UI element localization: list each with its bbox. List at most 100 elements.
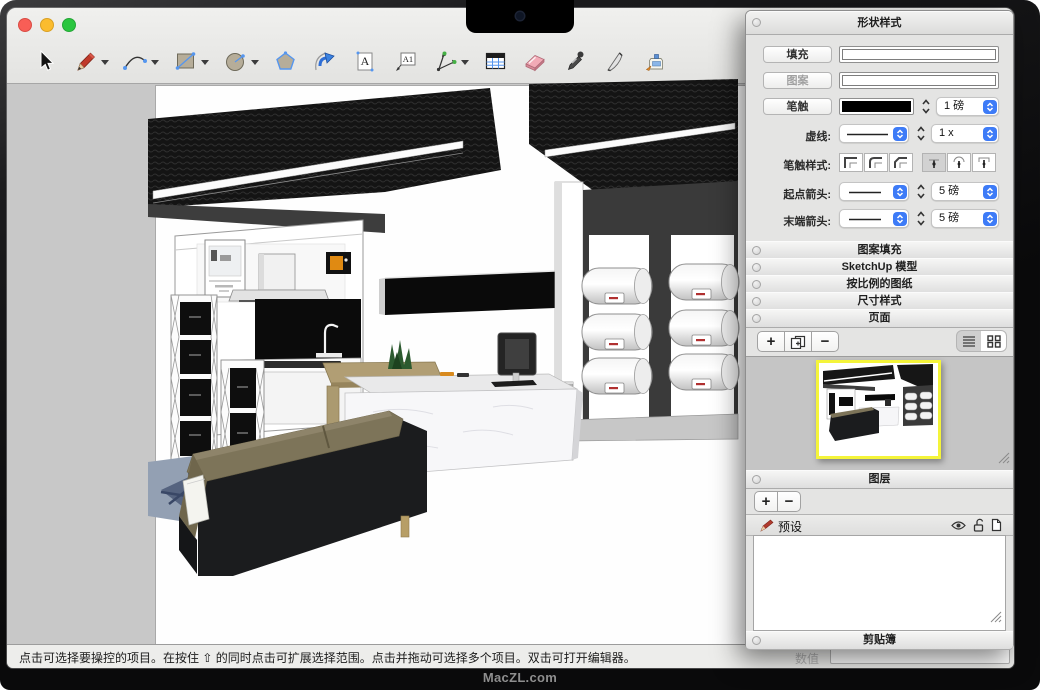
page-thumbnail-area [746,356,1013,472]
circle-tool-dropdown[interactable] [251,60,259,65]
disclosure-dot-icon[interactable] [752,18,761,27]
stroke-style-label: 笔触样式: [761,157,831,173]
line-tool-button[interactable] [71,46,99,76]
cap-round-button[interactable] [947,153,971,172]
join-miter-button[interactable] [839,153,863,172]
arc-tool-dropdown[interactable] [151,60,159,65]
eyedropper-icon [564,49,586,74]
polygon-tool-button[interactable] [271,46,299,76]
table-tool-button[interactable] [481,46,509,76]
measurement-input[interactable] [830,648,1010,664]
rectangle-tool-dropdown[interactable] [201,60,209,65]
label-tool-button[interactable]: A1 [391,46,419,76]
stroke-width-stepper[interactable] [920,97,932,116]
dimension-tool-dropdown[interactable] [461,60,469,65]
layer-visibility-eye-icon[interactable] [951,520,966,531]
text-tool-glyph: A [361,54,370,68]
chevron-updown-icon [983,212,997,226]
text-tool-button[interactable]: A [351,46,379,76]
dimension-tool-button[interactable] [431,46,459,76]
line-tool-dropdown[interactable] [101,60,109,65]
dash-pattern-dropdown[interactable] [839,124,909,143]
join-glue-icon [642,49,668,74]
end-arrow-size-stepper[interactable] [915,209,927,228]
minimize-button[interactable] [40,18,54,32]
split-tool-button[interactable] [601,46,629,76]
offset-tool-button[interactable] [311,46,339,76]
section-layers-header[interactable]: 图层 [746,470,1013,489]
chevron-updown-icon [983,100,997,114]
section-scrapbook-header[interactable]: 剪贴簿 [746,631,1013,650]
arc-icon [122,49,148,73]
camera-icon [516,12,524,20]
layer-list[interactable] [753,535,1006,631]
start-arrow-dropdown[interactable] [839,182,909,201]
status-hint: 点击可选择要操控的项目。在按住 ⇧ 的同时点击可扩展选择范围。点击并拖动可选择多… [19,649,636,666]
pages-title: 页面 [869,312,891,324]
layer-row[interactable]: 预设 [746,514,1013,536]
join-round-button[interactable] [864,153,888,172]
stroke-width-dropdown[interactable]: 1 磅 [936,97,999,116]
page-grid-view-button[interactable] [981,330,1007,352]
end-arrow-preview [845,210,890,229]
dash-scale-value: 1 x [939,125,954,142]
dash-preview-line [845,125,890,144]
section-shape-style-header[interactable]: 形状样式 [746,11,1013,35]
remove-layer-button[interactable]: − [777,491,801,512]
end-arrow-size-value: 5 磅 [939,210,959,227]
pencil-icon [73,49,98,74]
offset-arrow-icon [312,49,338,74]
start-arrow-size-dropdown[interactable]: 5 磅 [931,182,999,201]
join-bevel-button[interactable] [889,153,913,172]
traffic-lights [18,18,76,32]
fill-color-well[interactable] [839,46,999,63]
pattern-toggle-button[interactable]: 图案 [763,72,832,89]
disclosure-dot-icon[interactable] [752,297,761,306]
select-tool-button[interactable] [31,46,59,76]
resize-grip-icon[interactable] [998,451,1010,469]
start-arrow-size-stepper[interactable] [915,182,927,201]
arc-tool-button[interactable] [121,46,149,76]
dash-scale-stepper[interactable] [915,124,927,143]
polygon-icon [273,49,298,74]
remove-page-button[interactable]: − [811,331,839,352]
eraser-tool-button[interactable] [521,46,549,76]
label-tool-glyph: A1 [403,54,413,64]
scaled-drawing-title: 按比例的图纸 [847,278,913,290]
zoom-button[interactable] [62,18,76,32]
layer-lock-icon[interactable] [973,518,985,532]
disclosure-dot-icon[interactable] [752,263,761,272]
style-tool-button[interactable] [561,46,589,76]
close-button[interactable] [18,18,32,32]
rectangle-tool-button[interactable] [171,46,199,76]
chevron-updown-icon [893,127,907,141]
pattern-well[interactable] [839,72,999,89]
join-tool-button[interactable] [641,46,669,76]
page-list-view-button[interactable] [956,330,982,352]
add-layer-button[interactable]: + [754,491,778,512]
disclosure-dot-icon[interactable] [752,280,761,289]
section-pages-header[interactable]: 页面 [746,309,1013,328]
page-thumbnail-selected[interactable] [816,360,941,459]
cap-butt-button[interactable] [922,153,946,172]
dash-scale-dropdown[interactable]: 1 x [931,124,999,143]
fill-toggle-button[interactable]: 填充 [763,46,832,63]
disclosure-dot-icon[interactable] [752,636,761,645]
stroke-color-well[interactable] [839,98,914,115]
select-cursor-icon [33,49,57,73]
end-arrow-dropdown[interactable] [839,209,909,228]
circle-tool-button[interactable] [221,46,249,76]
bezel-brand-bar: MacZL.com [0,668,1040,690]
stroke-toggle-button[interactable]: 笔触 [763,98,832,115]
disclosure-dot-icon[interactable] [752,475,761,484]
duplicate-page-icon [790,335,806,349]
end-arrow-size-dropdown[interactable]: 5 磅 [931,209,999,228]
resize-grip-icon[interactable] [990,610,1002,628]
layer-share-page-icon[interactable] [991,518,1002,532]
disclosure-dot-icon[interactable] [752,314,761,323]
split-knife-icon [604,49,627,74]
add-page-button[interactable]: + [757,331,785,352]
disclosure-dot-icon[interactable] [752,246,761,255]
duplicate-page-button[interactable] [784,331,812,352]
cap-square-button[interactable] [972,153,996,172]
